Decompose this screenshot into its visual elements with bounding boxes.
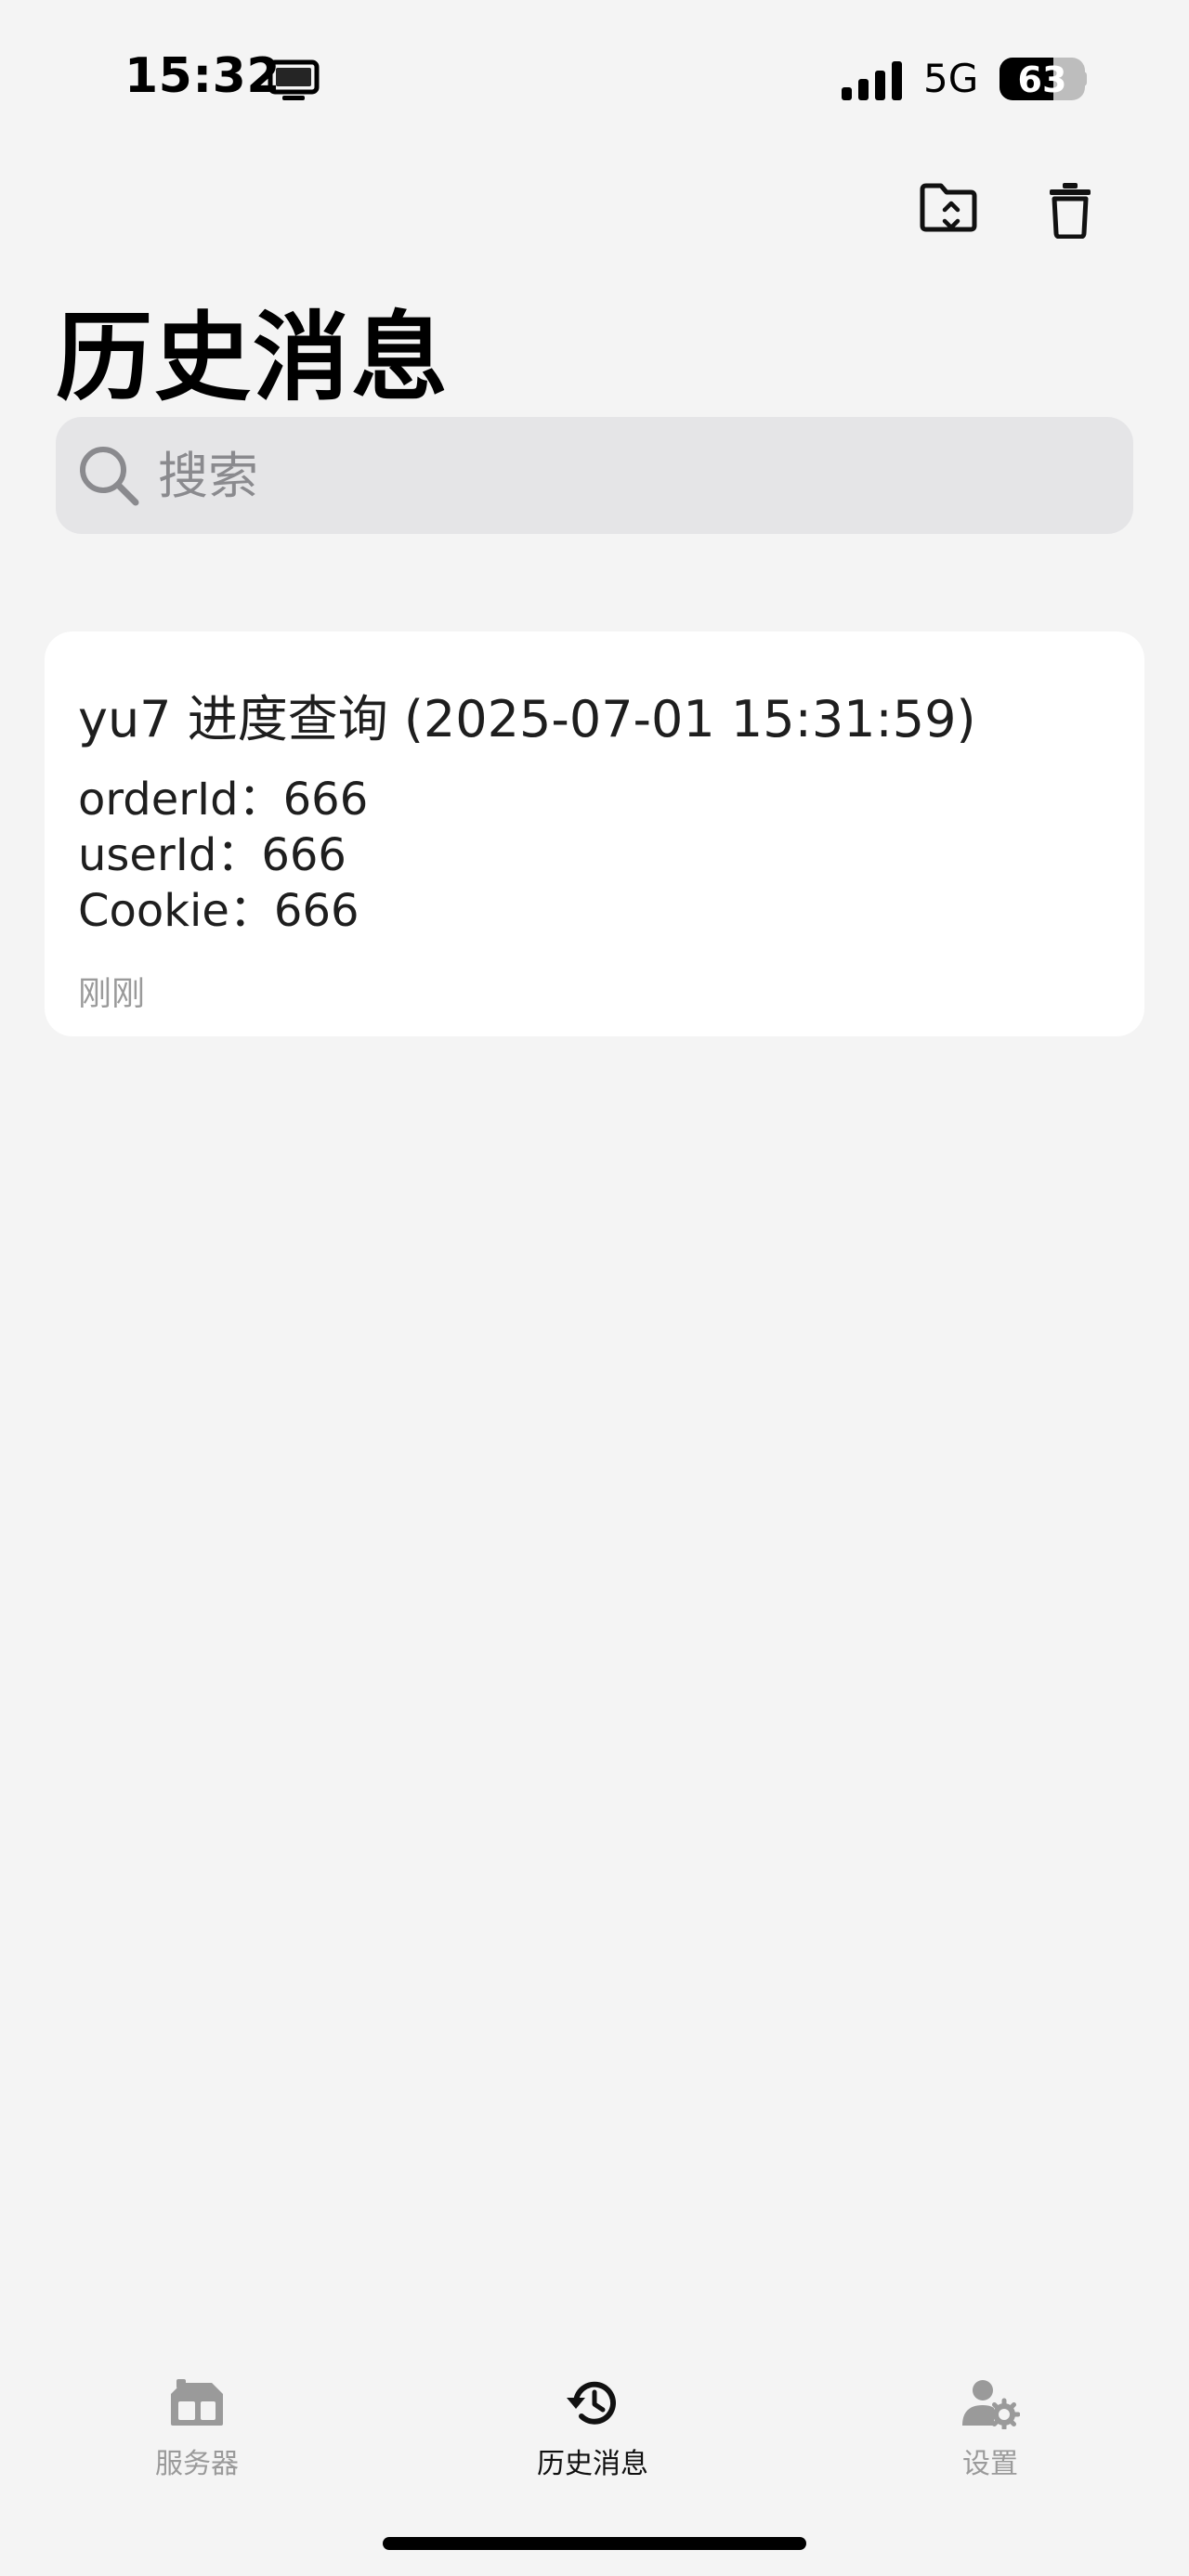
status-bar: 15:32 5G 63 — [0, 0, 1189, 158]
tab-history[interactable]: 历史消息 — [472, 2377, 713, 2507]
battery-tip — [1081, 72, 1087, 86]
tab-label-settings: 设置 — [962, 2448, 1018, 2480]
folder-sync-button[interactable] — [914, 176, 985, 243]
signal-icon — [842, 61, 902, 100]
tab-label-servers: 服务器 — [155, 2448, 239, 2480]
history-page: 15:32 5G 63 历史消息 搜索 yu7 进度查询 (2025-07-01… — [0, 0, 1189, 2576]
tab-label-history: 历史消息 — [537, 2448, 648, 2480]
history-icon — [567, 2381, 616, 2425]
screen-icon — [268, 59, 320, 100]
message-body: orderId：666 userId：666 Cookie：666 — [78, 772, 1111, 939]
tab-settings[interactable]: 设置 — [869, 2377, 1111, 2507]
user-settings-icon — [962, 2380, 1020, 2429]
battery-level: 63 — [1017, 59, 1067, 100]
trash-icon — [1050, 183, 1091, 239]
tab-servers[interactable]: 服务器 — [76, 2377, 318, 2507]
page-title: 历史消息 — [56, 301, 451, 414]
message-line-cookie: Cookie：666 — [78, 885, 359, 937]
message-line-user-id: userId：666 — [78, 829, 346, 881]
message-card[interactable]: yu7 进度查询 (2025-07-01 15:31:59) orderId：6… — [45, 631, 1144, 1036]
status-time: 15:32 — [124, 48, 281, 104]
battery-icon: 63 — [1000, 58, 1085, 100]
server-icon — [171, 2379, 223, 2426]
search-input[interactable] — [158, 446, 1087, 505]
search-bar[interactable] — [56, 417, 1133, 534]
delete-all-button[interactable] — [1035, 176, 1105, 243]
network-type: 5G — [923, 56, 979, 101]
tab-bar: 服务器 历史消息 设置 — [0, 2340, 1189, 2498]
message-title: yu7 进度查询 (2025-07-01 15:31:59) — [78, 690, 976, 748]
search-icon — [80, 447, 139, 506]
home-indicator[interactable] — [383, 2537, 806, 2550]
folder-sync-icon — [920, 183, 977, 232]
message-timestamp: 刚刚 — [78, 975, 146, 1013]
message-line-order-id: orderId：666 — [78, 774, 369, 826]
